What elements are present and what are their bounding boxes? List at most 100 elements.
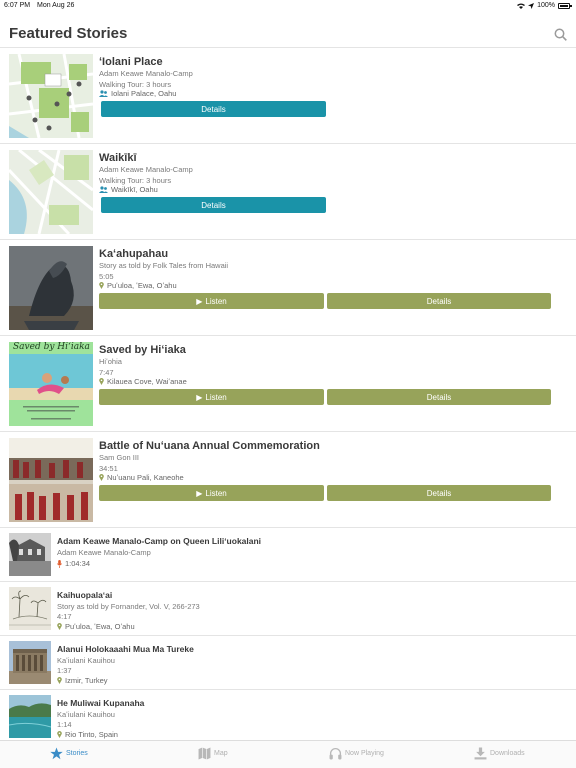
story-duration: 1:37: [57, 666, 72, 675]
page-header: Featured Stories: [0, 12, 576, 48]
story-location-text: Waikīkī, Oahu: [111, 185, 158, 194]
battery-percent: 100%: [537, 2, 555, 9]
details-label: Details: [426, 488, 452, 498]
story-location-text: Iolani Palace, Oahu: [111, 89, 177, 98]
details-label: Details: [426, 392, 452, 402]
tab-label: Map: [214, 750, 228, 757]
page-title: Featured Stories: [9, 25, 128, 42]
story-card[interactable]: ʻIolani Place Adam Keawe Manalo-Camp Wal…: [0, 48, 576, 144]
details-label: Details: [201, 104, 226, 114]
status-time: 6:07 PM: [4, 2, 31, 9]
book-cover: Saved by Hiʻiaka: [9, 342, 93, 426]
wifi-icon: [517, 3, 526, 9]
listen-button[interactable]: ▶ Listen: [99, 389, 324, 405]
story-location: Puʻuloa, ʻEwa, Oʻahu: [99, 281, 177, 290]
story-author: Story as told by Fornander, Vol. V, 266-…: [57, 602, 200, 611]
tab-map[interactable]: Map: [198, 747, 228, 760]
tab-bar: Stories Map Now Playing Downloads: [0, 740, 576, 768]
story-location: Puʻuloa, ʻEwa, Oʻahu: [57, 622, 135, 631]
story-location: Iolani Palace, Oahu: [99, 89, 176, 98]
story-card[interactable]: Battle of Nuʻuana Annual Commemoration S…: [0, 432, 576, 528]
map-thumbnail: [9, 54, 93, 138]
location-pin-icon: [99, 282, 104, 289]
story-title: He Muliwai Kupanaha: [57, 698, 145, 708]
story-duration: 34:51: [99, 464, 118, 473]
details-button[interactable]: Details: [101, 197, 326, 213]
story-duration: 7:47: [99, 368, 114, 377]
ruins-photo: [9, 641, 51, 684]
status-right: 100%: [517, 2, 572, 9]
location-pin-icon: [57, 677, 62, 684]
tab-stories[interactable]: Stories: [50, 747, 88, 760]
status-date: Mon Aug 26: [37, 2, 75, 9]
story-location-text: Kilauea Cove, Waiʻanae: [107, 377, 187, 386]
listen-button[interactable]: ▶ Listen: [99, 293, 324, 309]
tab-now-playing[interactable]: Now Playing: [329, 747, 384, 760]
location-pin-icon: [57, 731, 62, 738]
details-button[interactable]: Details: [101, 101, 326, 117]
story-meta: Walking Tour: 3 hours: [99, 176, 172, 185]
story-author: Story as told by Folk Tales from Hawaii: [99, 261, 229, 270]
story-row[interactable]: Kaihuopalaʻai Story as told by Fornander…: [0, 582, 576, 636]
tab-label: Stories: [66, 750, 88, 757]
event-photo: [9, 438, 93, 522]
story-duration: 4:17: [57, 612, 72, 621]
tab-label: Now Playing: [345, 750, 384, 757]
story-location-text: Izmir, Turkey: [65, 676, 108, 685]
location-pin-icon: [57, 623, 62, 630]
story-author: Kaʻiulani Kauihou: [57, 656, 115, 665]
location-pin-icon: [99, 378, 104, 385]
listen-button[interactable]: ▶ Listen: [99, 485, 324, 501]
story-meta: Walking Tour: 3 hours: [99, 80, 172, 89]
story-author: Adam Keawe Manalo-Camp: [99, 69, 193, 78]
story-author: Sam Gon III: [99, 453, 140, 462]
story-location-text: Puʻuloa, ʻEwa, Oʻahu: [65, 622, 135, 631]
sketch-thumbnail: [9, 587, 51, 630]
details-button[interactable]: Details: [327, 485, 551, 501]
search-icon[interactable]: [554, 28, 567, 41]
story-title: Saved by Hiʻiaka: [99, 344, 186, 356]
details-label: Details: [426, 296, 452, 306]
download-icon: [474, 747, 487, 760]
story-author: Kaʻiulani Kauihou: [57, 710, 115, 719]
river-photo: [9, 695, 51, 738]
tab-label: Downloads: [490, 750, 525, 757]
listen-label: Listen: [205, 296, 227, 306]
story-location-text: Puʻuloa, ʻEwa, Oʻahu: [107, 281, 177, 290]
listen-label: Listen: [205, 392, 227, 402]
story-title: Kaʻahupahau: [99, 248, 169, 260]
story-duration: 1:04:34: [57, 559, 90, 568]
map-icon: [198, 747, 211, 760]
details-button[interactable]: Details: [327, 293, 551, 309]
story-location: Rio Tinto, Spain: [57, 730, 118, 739]
story-row[interactable]: Alanui Holokaaahi Mua Ma Tureke Kaʻiulan…: [0, 636, 576, 690]
group-icon: [99, 186, 108, 193]
details-button[interactable]: Details: [327, 389, 551, 405]
map-thumbnail: [9, 150, 93, 234]
story-title: Waikīkī: [99, 152, 137, 164]
historic-photo: [9, 533, 51, 576]
story-card[interactable]: Waikīkī Adam Keawe Manalo-Camp Walking T…: [0, 144, 576, 240]
story-location: Izmir, Turkey: [57, 676, 108, 685]
story-card[interactable]: Saved by Hiʻiaka Saved by Hiʻiaka Hiʻohi…: [0, 336, 576, 432]
details-label: Details: [201, 200, 226, 210]
battery-icon: [558, 2, 572, 9]
story-title: Alanui Holokaaahi Mua Ma Tureke: [57, 644, 194, 654]
story-card[interactable]: Kaʻahupahau Story as told by Folk Tales …: [0, 240, 576, 336]
story-row[interactable]: Adam Keawe Manalo-Camp on Queen Liliʻuok…: [0, 528, 576, 582]
story-title: Adam Keawe Manalo-Camp on Queen Liliʻuok…: [57, 536, 262, 546]
story-location: Nuʻuanu Pali, Kaneohe: [99, 473, 184, 482]
tab-downloads[interactable]: Downloads: [474, 747, 525, 760]
story-row[interactable]: He Muliwai Kupanaha Kaʻiulani Kauihou 1:…: [0, 690, 576, 744]
story-title: ʻIolani Place: [99, 56, 163, 68]
story-title: Battle of Nuʻuana Annual Commemoration: [99, 440, 320, 452]
microphone-icon: [57, 559, 62, 568]
story-location: Waikīkī, Oahu: [99, 185, 158, 194]
status-bar: 6:07 PM Mon Aug 26 100%: [0, 0, 576, 12]
story-author: Adam Keawe Manalo-Camp: [99, 165, 193, 174]
star-icon: [50, 747, 63, 760]
headphones-icon: [329, 748, 342, 760]
story-location: Kilauea Cove, Waiʻanae: [99, 377, 187, 386]
story-title: Kaihuopalaʻai: [57, 590, 113, 600]
listen-label: Listen: [205, 488, 227, 498]
